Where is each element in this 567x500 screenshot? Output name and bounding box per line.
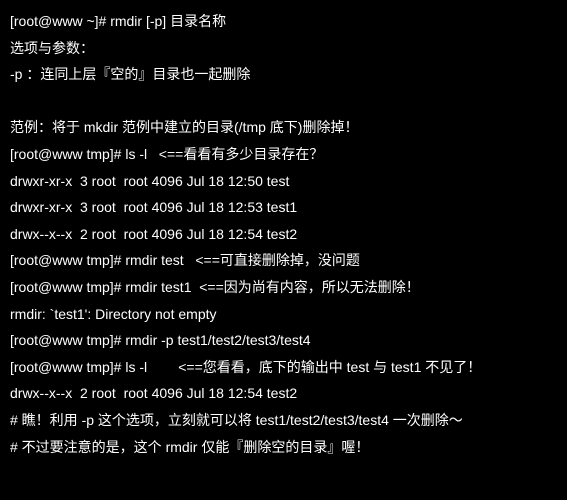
- terminal-output: [root@www ~]# rmdir [-p] 目录名称选项与参数：-p ：连…: [10, 8, 557, 460]
- terminal-line: drwx--x--x 2 root root 4096 Jul 18 12:54…: [10, 380, 557, 407]
- terminal-line: [root@www ~]# rmdir [-p] 目录名称: [10, 8, 557, 35]
- terminal-line: # 瞧！利用 -p 这个选项，立刻就可以将 test1/test2/test3/…: [10, 407, 557, 434]
- terminal-line: drwxr-xr-x 3 root root 4096 Jul 18 12:50…: [10, 168, 557, 195]
- terminal-line: [root@www tmp]# rmdir test1 <==因为尚有内容，所以…: [10, 274, 557, 301]
- terminal-line: drwx--x--x 2 root root 4096 Jul 18 12:54…: [10, 221, 557, 248]
- terminal-line: [root@www tmp]# ls -l <==看看有多少目录存在？: [10, 141, 557, 168]
- terminal-line: [root@www tmp]# ls -l <==您看看，底下的输出中 test…: [10, 354, 557, 381]
- terminal-line: drwxr-xr-x 3 root root 4096 Jul 18 12:53…: [10, 194, 557, 221]
- terminal-line: 范例：将于 mkdir 范例中建立的目录(/tmp 底下)删除掉！: [10, 114, 557, 141]
- terminal-line: [root@www tmp]# rmdir test <==可直接删除掉，没问题: [10, 247, 557, 274]
- terminal-line: 选项与参数：: [10, 35, 557, 62]
- terminal-line: -p ：连同上层『空的』目录也一起删除: [10, 61, 557, 88]
- terminal-line: [10, 88, 557, 115]
- terminal-line: # 不过要注意的是，这个 rmdir 仅能『删除空的目录』喔！: [10, 434, 557, 461]
- terminal-line: [root@www tmp]# rmdir -p test1/test2/tes…: [10, 327, 557, 354]
- terminal-line: rmdir: `test1': Directory not empty: [10, 301, 557, 328]
